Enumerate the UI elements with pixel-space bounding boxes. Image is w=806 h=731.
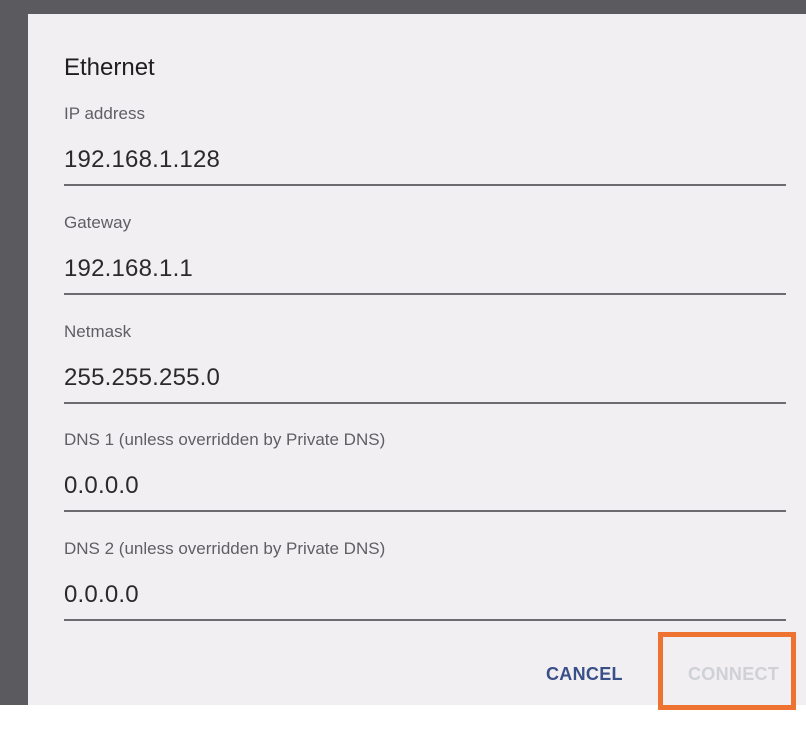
netmask-underline	[64, 402, 786, 404]
dimmed-scrim-top	[0, 0, 806, 14]
dns1-underline	[64, 510, 786, 512]
dns1-input[interactable]: 0.0.0.0	[64, 472, 139, 500]
gateway-label: Gateway	[64, 213, 132, 232]
ip-address-label: IP address	[64, 104, 145, 123]
gateway-input[interactable]: 192.168.1.1	[64, 255, 193, 283]
ethernet-dialog: Ethernet IP address 192.168.1.128 Gatewa…	[28, 14, 806, 705]
gateway-underline	[64, 293, 786, 295]
netmask-input[interactable]: 255.255.255.0	[64, 364, 220, 392]
dialog-title: Ethernet	[64, 54, 155, 81]
dns2-input[interactable]: 0.0.0.0	[64, 581, 139, 609]
ip-address-input[interactable]: 192.168.1.128	[64, 146, 220, 174]
netmask-label: Netmask	[64, 322, 132, 341]
dimmed-scrim-left	[0, 0, 28, 705]
connect-button[interactable]: CONNECT	[688, 664, 779, 685]
dns1-label: DNS 1 (unless overridden by Private DNS)	[64, 430, 386, 449]
ip-address-underline	[64, 184, 786, 186]
cancel-button[interactable]: CANCEL	[546, 664, 623, 685]
dns2-label: DNS 2 (unless overridden by Private DNS)	[64, 539, 386, 558]
dns2-underline	[64, 619, 786, 621]
